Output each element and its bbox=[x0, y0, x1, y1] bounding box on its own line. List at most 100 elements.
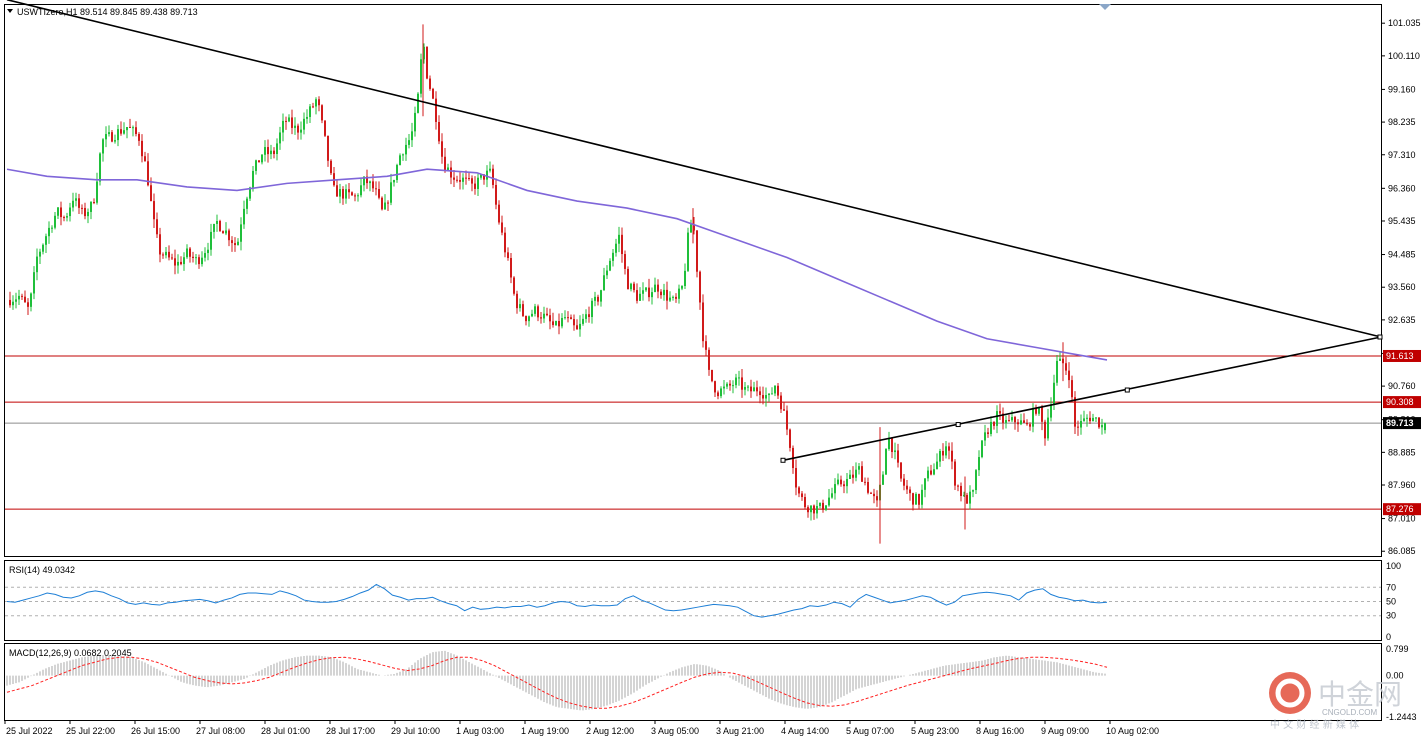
bear-candle bbox=[1014, 417, 1016, 423]
bull-candle bbox=[420, 59, 422, 94]
bear-candle bbox=[912, 493, 914, 505]
bear-candle bbox=[918, 493, 920, 505]
bear-candle bbox=[471, 178, 473, 184]
bull-candle bbox=[417, 93, 419, 113]
bear-candle bbox=[351, 192, 353, 196]
bear-candle bbox=[987, 432, 989, 434]
bear-candle bbox=[60, 207, 62, 218]
bull-candle bbox=[543, 313, 545, 319]
bear-candle bbox=[903, 478, 905, 486]
bear-candle bbox=[426, 46, 428, 79]
bull-candle bbox=[486, 170, 488, 180]
price-tick-label: 101.035 bbox=[1388, 18, 1421, 28]
bull-candle bbox=[18, 295, 20, 300]
bull-candle bbox=[726, 383, 728, 387]
bull-candle bbox=[735, 377, 737, 386]
bear-candle bbox=[567, 317, 569, 319]
bull-candle bbox=[261, 154, 263, 163]
rsi-tick-label: 100 bbox=[1386, 561, 1401, 571]
current-price-tag-label: 89.713 bbox=[1386, 418, 1414, 428]
chart-canvas[interactable]: 101.035 100.110 99.160 98.235 97.310 96.360 95… bbox=[0, 0, 1425, 743]
collapse-triangle-icon[interactable] bbox=[7, 9, 13, 13]
bull-candle bbox=[810, 505, 812, 513]
bear-candle bbox=[798, 487, 800, 494]
trendline-anchor bbox=[1124, 387, 1130, 393]
bull-candle bbox=[402, 154, 404, 156]
bull-candle bbox=[978, 457, 980, 471]
shift-marker-icon[interactable] bbox=[1099, 4, 1111, 10]
bear-candle bbox=[1023, 420, 1025, 423]
price-tick-label: 95.435 bbox=[1388, 216, 1416, 226]
bear-candle bbox=[711, 369, 713, 382]
bull-candle bbox=[90, 202, 92, 212]
bull-candle bbox=[99, 153, 101, 182]
bear-candle bbox=[474, 183, 476, 189]
bull-candle bbox=[309, 106, 311, 117]
bull-candle bbox=[678, 288, 680, 299]
bull-candle bbox=[837, 479, 839, 485]
time-tick-label: 8 Aug 16:00 bbox=[976, 726, 1024, 736]
bull-candle bbox=[1083, 418, 1085, 421]
bear-candle bbox=[789, 429, 791, 448]
bear-candle bbox=[63, 217, 65, 219]
bull-candle bbox=[393, 180, 395, 183]
bull-candle bbox=[681, 286, 683, 289]
price-tick-label: 88.885 bbox=[1388, 447, 1416, 457]
bear-candle bbox=[129, 126, 131, 128]
bull-candle bbox=[684, 270, 686, 287]
bull-candle bbox=[108, 132, 110, 135]
bear-candle bbox=[381, 197, 383, 210]
macd-tick-label: 0.799 bbox=[1386, 644, 1409, 654]
bear-candle bbox=[513, 277, 515, 294]
bear-candle bbox=[930, 470, 932, 475]
price-tick-label: 93.560 bbox=[1388, 282, 1416, 292]
bear-candle bbox=[450, 167, 452, 178]
bull-candle bbox=[849, 474, 851, 480]
rsi-layer: 100 70 50 30 0 bbox=[5, 561, 1401, 642]
time-axis: 25 Jul 2022 25 Jul 22:00 26 Jul 15:00 27 Ju… bbox=[4, 720, 1159, 736]
bull-candle bbox=[195, 257, 197, 259]
bear-candle bbox=[516, 293, 518, 309]
bear-candle bbox=[954, 461, 956, 486]
bull-candle bbox=[369, 181, 371, 184]
bull-candle bbox=[642, 290, 644, 294]
main-pane-border bbox=[4, 4, 1382, 557]
bull-candle bbox=[186, 248, 188, 258]
bull-candle bbox=[732, 385, 734, 387]
bear-candle bbox=[120, 129, 122, 134]
rsi-tick-label: 50 bbox=[1386, 597, 1396, 607]
bear-candle bbox=[198, 257, 200, 265]
bear-candle bbox=[456, 179, 458, 181]
bear-candle bbox=[162, 254, 164, 256]
bear-candle bbox=[762, 395, 764, 399]
bull-candle bbox=[1047, 417, 1049, 439]
bull-candle bbox=[69, 207, 71, 217]
bull-candle bbox=[834, 484, 836, 494]
price-tick-label: 100.110 bbox=[1388, 51, 1420, 61]
bull-candle bbox=[264, 147, 266, 155]
bull-candle bbox=[600, 290, 602, 302]
candles-layer bbox=[9, 24, 1106, 544]
bull-candle bbox=[924, 478, 926, 490]
rsi-header: RSI(14) 49.0342 bbox=[9, 565, 75, 575]
bear-candle bbox=[330, 160, 332, 174]
bull-candle bbox=[885, 449, 887, 475]
bear-candle bbox=[24, 296, 26, 303]
bear-candle bbox=[378, 188, 380, 198]
level-price-tag-label: 90.308 bbox=[1386, 397, 1414, 407]
bear-candle bbox=[1077, 426, 1079, 428]
bull-candle bbox=[204, 253, 206, 258]
bull-candle bbox=[564, 317, 566, 319]
trading-chart[interactable]: 101.035 100.110 99.160 98.235 97.310 96.360 95… bbox=[0, 0, 1425, 743]
bear-candle bbox=[78, 198, 80, 208]
bear-candle bbox=[966, 494, 968, 504]
bear-candle bbox=[588, 314, 590, 318]
time-tick-label: 9 Aug 09:00 bbox=[1041, 726, 1089, 736]
bull-candle bbox=[246, 198, 248, 209]
bear-candle bbox=[234, 243, 236, 246]
rsi-pane-border bbox=[4, 560, 1382, 641]
bear-candle bbox=[900, 462, 902, 479]
bear-candle bbox=[576, 325, 578, 330]
bull-candle bbox=[639, 293, 641, 301]
bull-candle bbox=[990, 421, 992, 434]
